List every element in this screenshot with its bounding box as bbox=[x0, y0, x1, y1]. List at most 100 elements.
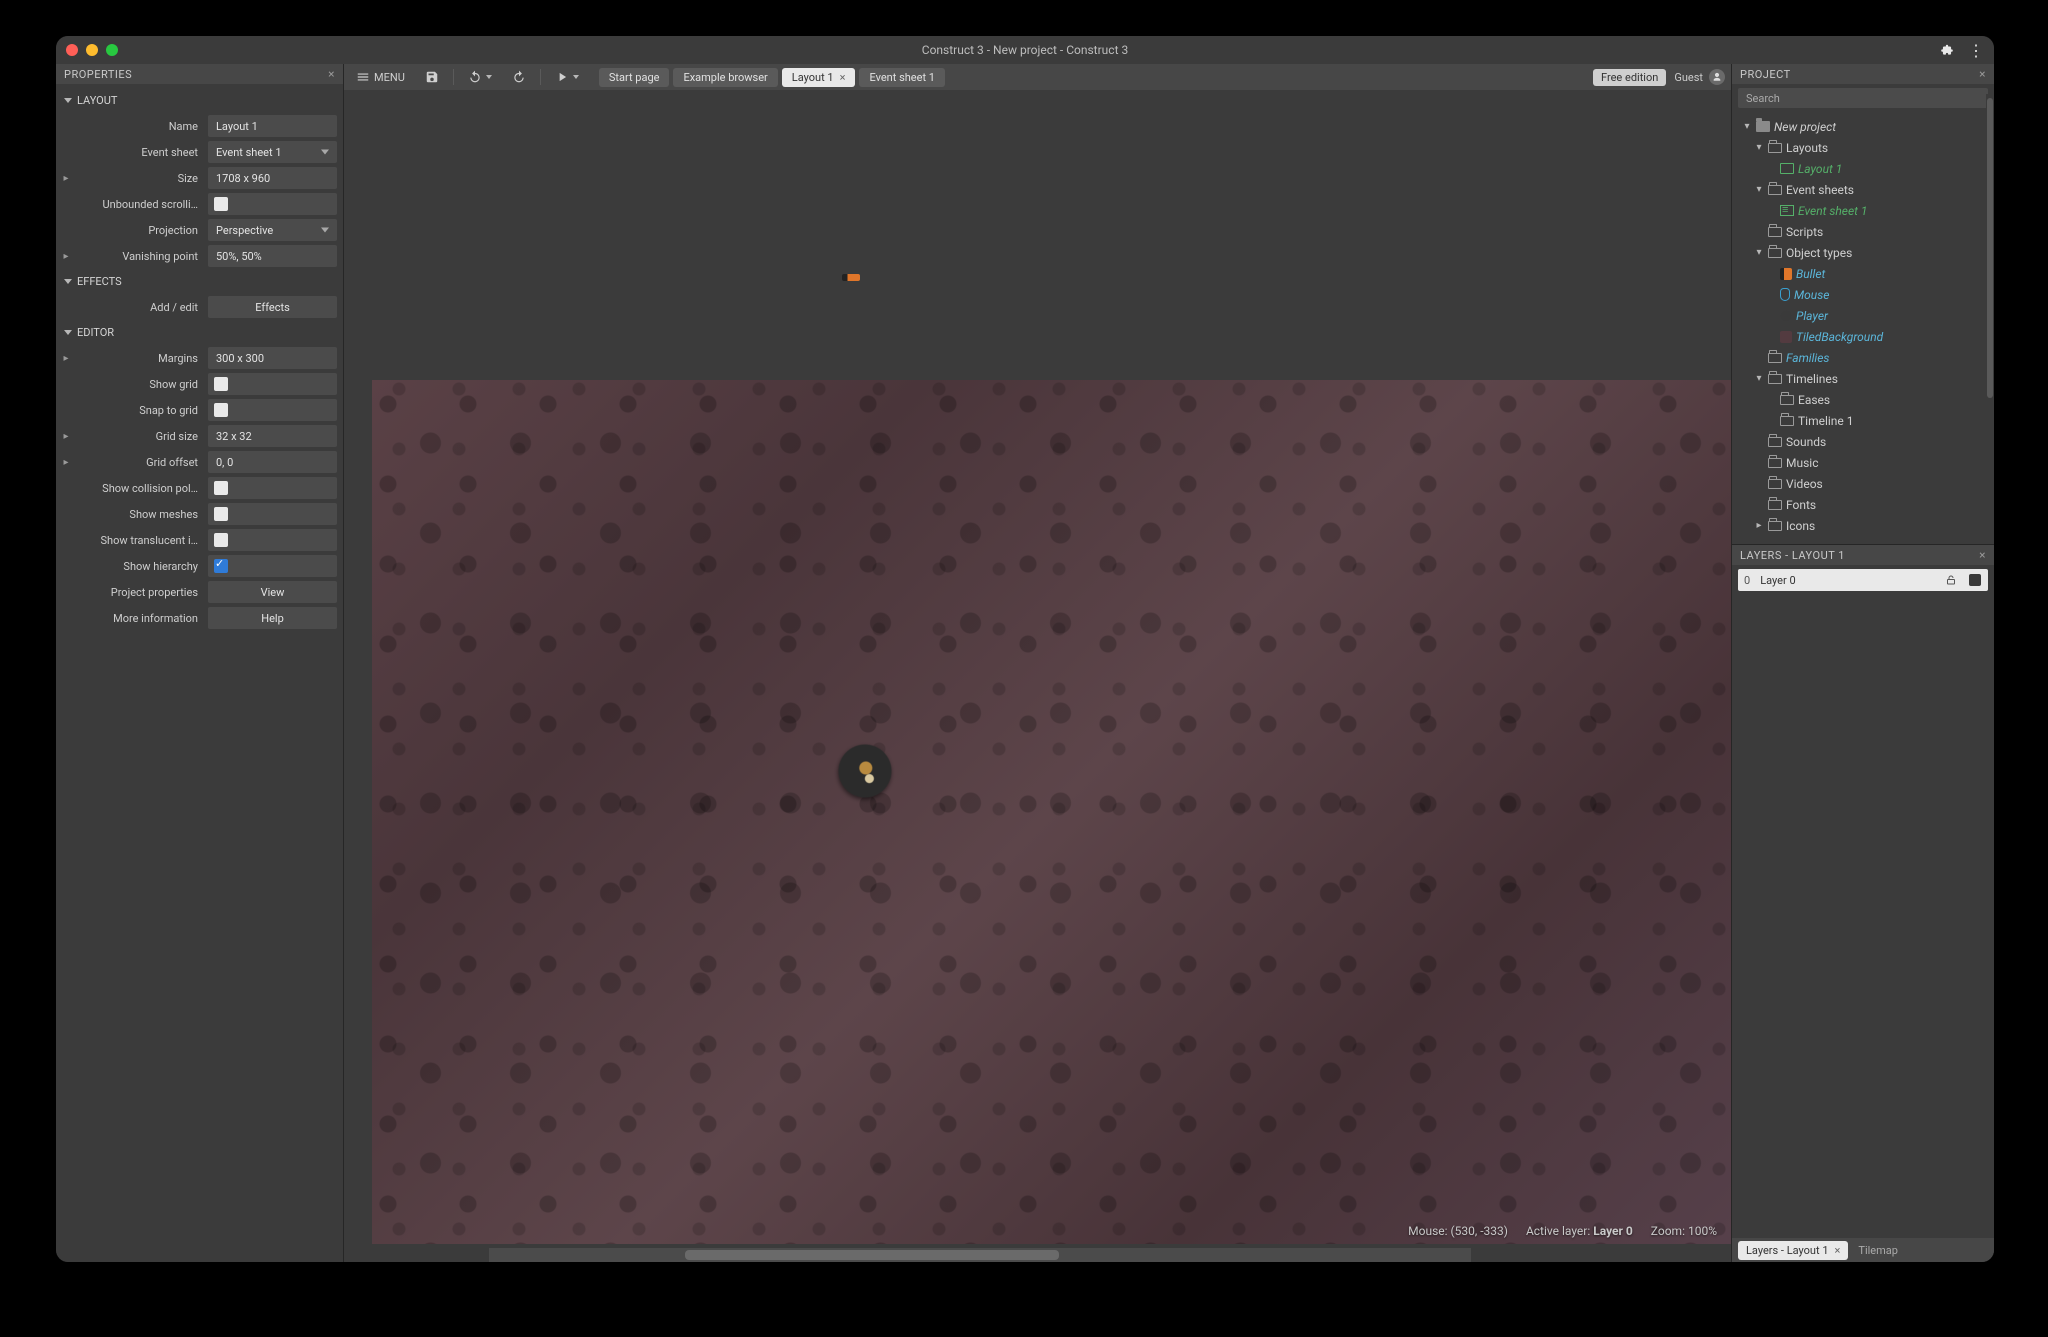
menu-button[interactable]: MENU bbox=[350, 68, 411, 86]
tree-layouts[interactable]: Layouts bbox=[1736, 137, 1990, 158]
extensions-icon[interactable] bbox=[1940, 43, 1954, 57]
project-tree-scrollbar[interactable] bbox=[1986, 94, 1994, 544]
editor-tabs: Start page Example browser Layout 1 × Ev… bbox=[599, 68, 945, 87]
window-controls bbox=[66, 44, 118, 56]
prop-snap-grid-checkbox[interactable] bbox=[208, 399, 337, 421]
close-properties-icon[interactable]: × bbox=[328, 67, 335, 81]
layers-panel: LAYERS - LAYOUT 1 × 0 Layer 0 Layers - L… bbox=[1732, 545, 1994, 1262]
player-icon bbox=[1780, 310, 1792, 322]
prop-meshes-checkbox[interactable] bbox=[208, 503, 337, 525]
prop-projection-select[interactable]: Perspective bbox=[208, 219, 337, 241]
bullet-icon bbox=[1780, 268, 1792, 280]
tree-timeline-1[interactable]: Timeline 1 bbox=[1736, 410, 1990, 431]
prop-name-input[interactable]: Layout 1 bbox=[208, 115, 337, 137]
edition-badge[interactable]: Free edition bbox=[1593, 69, 1666, 86]
prop-grid-size-input[interactable]: 32 x 32 bbox=[208, 425, 337, 447]
minimize-window-button[interactable] bbox=[86, 44, 98, 56]
tree-music[interactable]: Music bbox=[1736, 452, 1990, 473]
tab-event-sheet-1[interactable]: Event sheet 1 bbox=[859, 68, 945, 87]
section-effects[interactable]: EFFECTS bbox=[62, 269, 337, 294]
expand-icon[interactable]: ▸ bbox=[62, 173, 70, 184]
play-button[interactable] bbox=[549, 68, 585, 86]
undo-button[interactable] bbox=[462, 68, 498, 86]
layers-panel-header: LAYERS - LAYOUT 1 × bbox=[1732, 545, 1994, 565]
section-editor[interactable]: EDITOR bbox=[62, 320, 337, 345]
expand-icon[interactable]: ▸ bbox=[62, 431, 70, 442]
tree-scripts[interactable]: Scripts bbox=[1736, 221, 1990, 242]
prop-event-sheet-select[interactable]: Event sheet 1 bbox=[208, 141, 337, 163]
prop-unbounded-checkbox[interactable] bbox=[208, 193, 337, 215]
tree-icons[interactable]: Icons bbox=[1736, 515, 1990, 536]
prop-show-grid-checkbox[interactable] bbox=[208, 373, 337, 395]
prop-grid-offset-input[interactable]: 0, 0 bbox=[208, 451, 337, 473]
prop-vanishing-label: Vanishing point bbox=[76, 250, 202, 263]
tab-start-page[interactable]: Start page bbox=[599, 68, 670, 87]
prop-name-label: Name bbox=[76, 120, 202, 133]
tree-event-sheet-1[interactable]: Event sheet 1 bbox=[1736, 200, 1990, 221]
close-tab-icon[interactable]: × bbox=[840, 71, 846, 84]
prop-collision-checkbox[interactable] bbox=[208, 477, 337, 499]
lock-icon[interactable] bbox=[1944, 573, 1958, 587]
tree-obj-player[interactable]: Player bbox=[1736, 305, 1990, 326]
tree-timelines[interactable]: Timelines bbox=[1736, 368, 1990, 389]
prop-unbounded-label: Unbounded scrolli… bbox=[76, 198, 202, 211]
prop-translucent-checkbox[interactable] bbox=[208, 529, 337, 551]
expand-icon[interactable]: ▸ bbox=[62, 251, 70, 262]
bottom-tab-tilemap[interactable]: Tilemap bbox=[1858, 1244, 1898, 1257]
project-tree: New project Layouts Layout 1 Event sheet… bbox=[1732, 112, 1994, 544]
tab-example-browser[interactable]: Example browser bbox=[673, 68, 777, 87]
section-layout[interactable]: LAYOUT bbox=[62, 88, 337, 113]
avatar-icon bbox=[1709, 69, 1725, 85]
tree-sounds[interactable]: Sounds bbox=[1736, 431, 1990, 452]
layer-name: Layer 0 bbox=[1760, 574, 1795, 587]
account-button[interactable]: Guest bbox=[1674, 69, 1725, 85]
tree-obj-bullet[interactable]: Bullet bbox=[1736, 263, 1990, 284]
chevron-down-icon bbox=[486, 75, 492, 79]
prop-vanishing-input[interactable]: 50%, 50% bbox=[208, 245, 337, 267]
prop-projection-label: Projection bbox=[76, 224, 202, 237]
right-sidebar: PROJECT × Search New project Layouts Lay… bbox=[1732, 64, 1994, 1262]
caret-down-icon bbox=[64, 279, 72, 284]
prop-margins-input[interactable]: 300 x 300 bbox=[208, 347, 337, 369]
right-bottom-tabs: Layers - Layout 1 × Tilemap bbox=[1732, 1238, 1994, 1262]
layer-0-row[interactable]: 0 Layer 0 bbox=[1738, 569, 1988, 591]
expand-icon[interactable]: ▸ bbox=[62, 353, 70, 364]
horizontal-scrollbar[interactable] bbox=[489, 1248, 1471, 1262]
chevron-down-icon bbox=[573, 75, 579, 79]
tree-videos[interactable]: Videos bbox=[1736, 473, 1990, 494]
app-window: Construct 3 - New project - Construct 3 … bbox=[56, 36, 1994, 1262]
expand-icon[interactable]: ▸ bbox=[62, 457, 70, 468]
tree-families[interactable]: Families bbox=[1736, 347, 1990, 368]
tree-root[interactable]: New project bbox=[1736, 116, 1990, 137]
tree-layout-1[interactable]: Layout 1 bbox=[1736, 158, 1990, 179]
project-search-input[interactable]: Search bbox=[1738, 88, 1988, 108]
editor-center: MENU Start page bbox=[344, 64, 1732, 1262]
tab-layout-1[interactable]: Layout 1 × bbox=[782, 68, 856, 87]
tree-fonts[interactable]: Fonts bbox=[1736, 494, 1990, 515]
tree-object-types[interactable]: Object types bbox=[1736, 242, 1990, 263]
help-button[interactable]: Help bbox=[208, 607, 337, 629]
effects-button[interactable]: Effects bbox=[208, 296, 337, 318]
view-project-properties-button[interactable]: View bbox=[208, 581, 337, 603]
close-project-panel-icon[interactable]: × bbox=[1979, 67, 1986, 81]
bullet-object-instance[interactable] bbox=[842, 274, 860, 281]
tree-obj-mouse[interactable]: Mouse bbox=[1736, 284, 1990, 305]
close-layers-panel-icon[interactable]: × bbox=[1979, 548, 1986, 562]
caret-down-icon bbox=[64, 330, 72, 335]
close-window-button[interactable] bbox=[66, 44, 78, 56]
tree-obj-tiled[interactable]: TiledBackground bbox=[1736, 326, 1990, 347]
tiled-background-instance[interactable] bbox=[372, 380, 1731, 1244]
redo-button[interactable] bbox=[506, 68, 532, 86]
properties-panel-header: PROPERTIES × bbox=[56, 64, 343, 84]
visibility-toggle-icon[interactable] bbox=[1968, 573, 1982, 587]
bottom-tab-layers[interactable]: Layers - Layout 1 × bbox=[1738, 1241, 1848, 1260]
tree-eases[interactable]: Eases bbox=[1736, 389, 1990, 410]
maximize-window-button[interactable] bbox=[106, 44, 118, 56]
more-menu-icon[interactable]: ⋮ bbox=[1968, 41, 1984, 60]
prop-hierarchy-checkbox[interactable] bbox=[208, 555, 337, 577]
layout-canvas[interactable]: Mouse: (530, -333) Active layer: Layer 0… bbox=[344, 90, 1731, 1262]
prop-size-input[interactable]: 1708 x 960 bbox=[208, 167, 337, 189]
close-tab-icon[interactable]: × bbox=[1835, 1244, 1841, 1257]
save-button[interactable] bbox=[419, 68, 445, 86]
tree-event-sheets[interactable]: Event sheets bbox=[1736, 179, 1990, 200]
